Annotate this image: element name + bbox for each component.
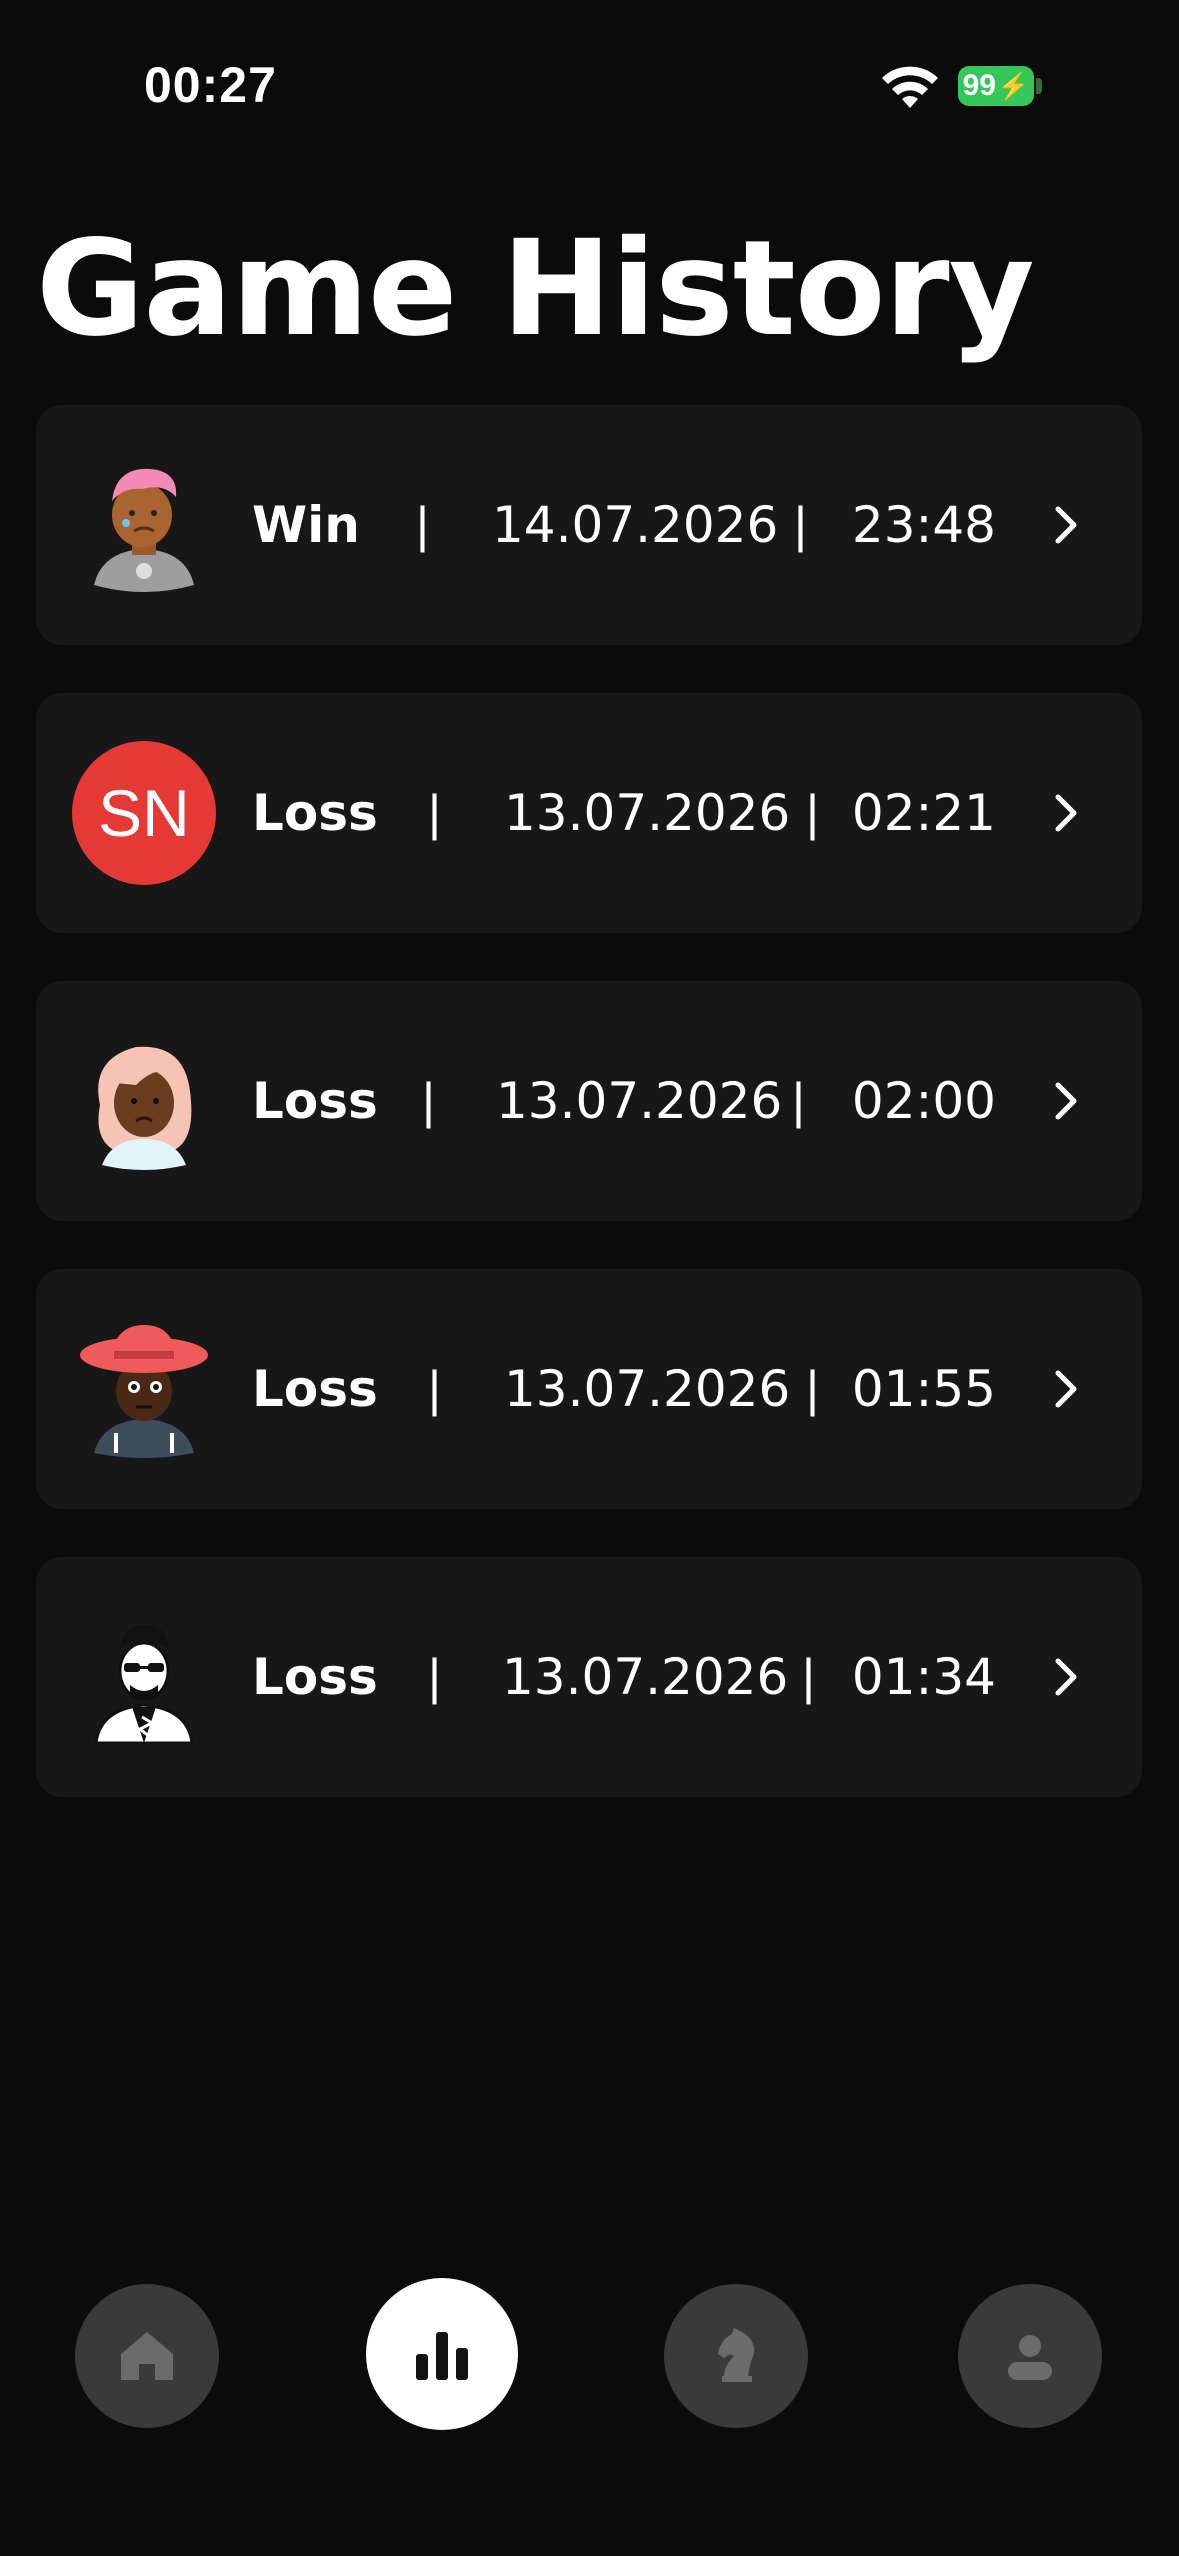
game-time: 23:48 [851,496,996,554]
separator: | [428,1649,441,1705]
separator: | [794,497,807,553]
separator: | [806,1361,819,1417]
battery-indicator: 99 ⚡ [958,66,1034,106]
chess-knight-icon [718,2328,755,2382]
game-row[interactable]: Loss | 13.07.2026 | 01:34 [36,1557,1142,1797]
separator: | [416,497,429,553]
game-time: 01:34 [851,1648,996,1706]
tab-home[interactable] [75,2284,219,2428]
avatar-long-hair-icon [72,1029,216,1173]
tab-profile[interactable] [958,2284,1102,2428]
status-time: 00:27 [144,57,277,113]
game-history-screen: 00:27 99 ⚡ Game History Win | 14.07.2026… [0,0,1179,2556]
game-result: Loss [252,1072,378,1130]
separator: | [802,1649,815,1705]
chevron-right-icon [1055,506,1077,544]
chevron-right-icon [1055,1370,1077,1408]
game-result: Loss [252,1360,378,1418]
separator: | [428,1361,441,1417]
battery-level: 99 [962,69,996,102]
game-row[interactable]: Loss | 13.07.2026 | 02:00 [36,981,1142,1221]
bar-chart-icon [416,2332,468,2380]
game-row[interactable]: SN Loss | 13.07.2026 | 02:21 [36,693,1142,933]
game-date: 13.07.2026 [504,1360,791,1418]
game-row[interactable]: Loss | 13.07.2026 | 01:55 [36,1269,1142,1509]
charging-bolt-icon: ⚡ [997,70,1030,101]
tab-play[interactable] [664,2284,808,2428]
home-icon [121,2332,173,2380]
avatar-sunglasses-icon [72,1605,216,1749]
separator: | [792,1073,805,1129]
game-date: 13.07.2026 [504,784,791,842]
avatar-initials-text: SN [98,776,190,850]
game-time: 02:21 [851,784,996,842]
tab-stats[interactable] [366,2278,518,2430]
chevron-right-icon [1055,794,1077,832]
wifi-icon [882,66,938,108]
game-row[interactable]: Win | 14.07.2026 | 23:48 [36,405,1142,645]
battery-cap [1036,78,1042,94]
separator: | [422,1073,435,1129]
game-history-list: Win | 14.07.2026 | 23:48 SN Loss | 13.07… [36,405,1142,1845]
game-result: Loss [252,1648,378,1706]
game-date: 14.07.2026 [492,496,779,554]
chevron-right-icon [1055,1082,1077,1120]
separator: | [428,785,441,841]
game-date: 13.07.2026 [496,1072,783,1130]
game-time: 02:00 [851,1072,996,1130]
page-title: Game History [36,212,1035,366]
user-icon [1008,2335,1052,2380]
avatar-red-hat-icon [72,1317,216,1461]
avatar-initials: SN [72,741,216,885]
separator: | [806,785,819,841]
game-time: 01:55 [851,1360,996,1418]
avatar-pink-hair-icon [72,453,216,597]
chevron-right-icon [1055,1658,1077,1696]
game-result: Win [252,496,360,554]
game-date: 13.07.2026 [502,1648,789,1706]
game-result: Loss [252,784,378,842]
